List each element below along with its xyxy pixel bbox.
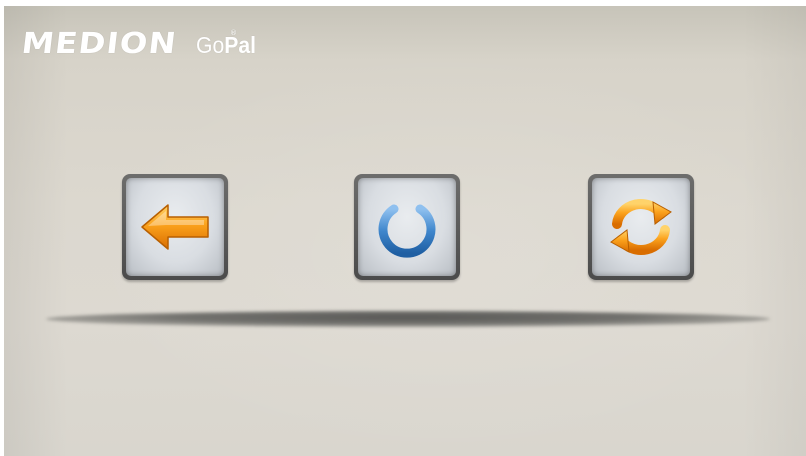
refresh-button-face: [592, 178, 690, 276]
power-button[interactable]: [354, 174, 460, 280]
power-button-face: [358, 178, 456, 276]
product-name: GoPal: [196, 34, 256, 57]
product-name-bold: Pal: [224, 32, 257, 58]
medion-gopal-logo: MEDION ® GoPal: [19, 24, 262, 60]
brand-name: MEDION: [19, 26, 179, 60]
refresh-icon: [610, 199, 672, 255]
product-name-light: Go: [196, 32, 225, 58]
back-button[interactable]: [122, 174, 228, 280]
device-screen: MEDION ® GoPal: [4, 6, 806, 456]
arrow-left-icon: [141, 204, 209, 250]
back-button-face: [126, 178, 224, 276]
shelf-shadow: [46, 311, 770, 327]
refresh-button[interactable]: [588, 174, 694, 280]
power-icon: [378, 196, 436, 258]
